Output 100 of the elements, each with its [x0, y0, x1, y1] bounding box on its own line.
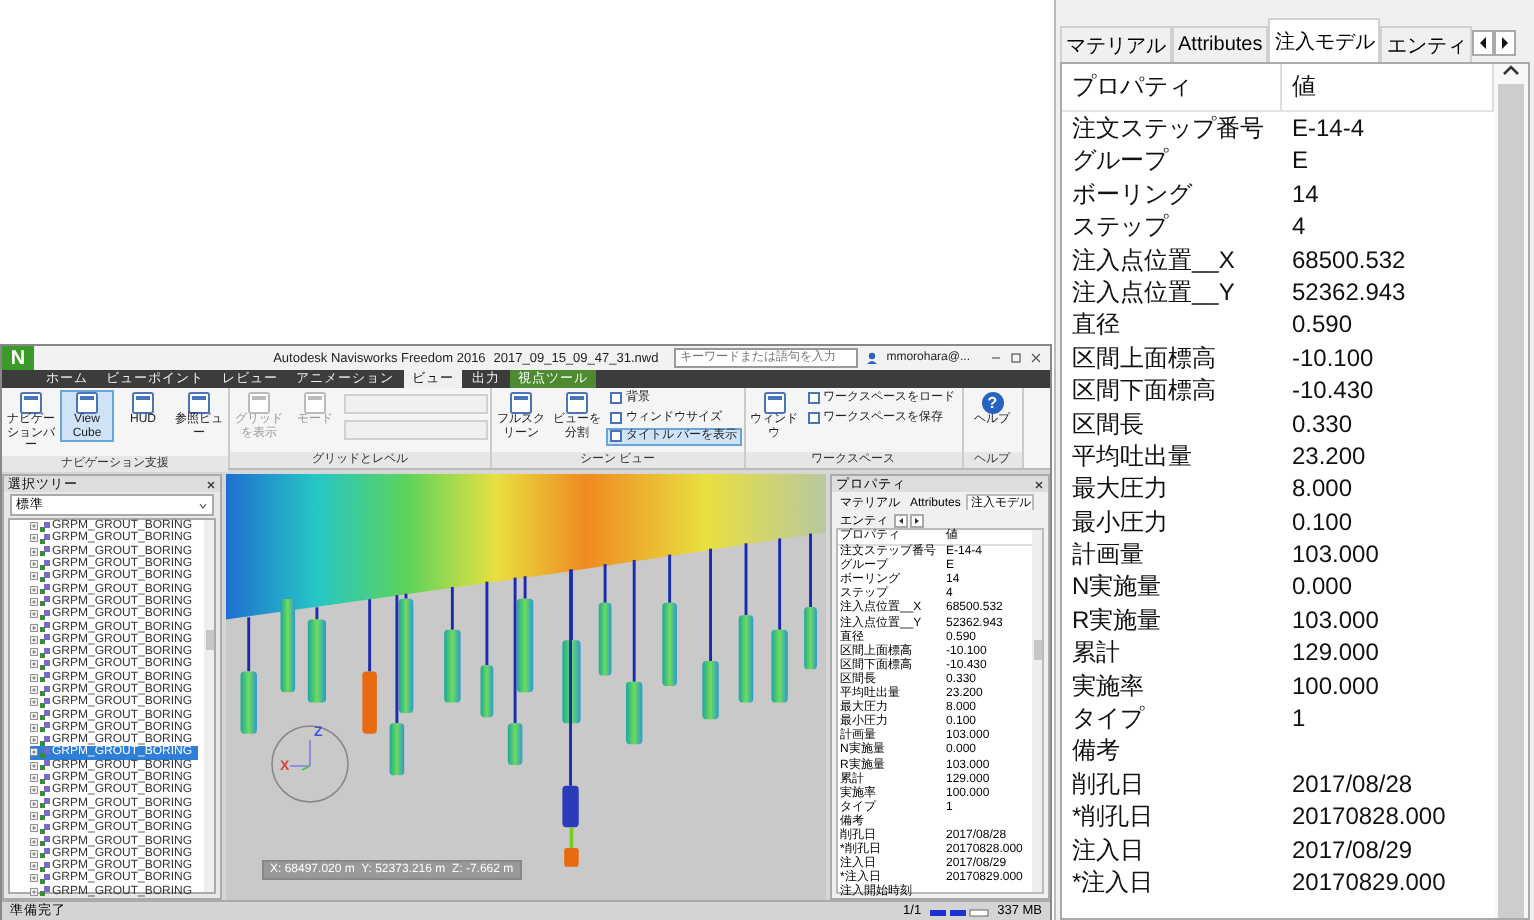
plus-box-icon: [30, 799, 38, 808]
table-cell-text: 20170828.000: [1290, 800, 1448, 834]
table-cell-text: *削孔日: [1070, 800, 1156, 834]
table-cell-text: R実施量: [1070, 603, 1164, 637]
close-icon: [1030, 352, 1042, 364]
plus-box-icon: [30, 660, 38, 669]
plus-box-icon: [30, 786, 38, 795]
properties-tab[interactable]: 注入モデル: [1268, 18, 1381, 62]
plus-box-icon: [30, 547, 38, 556]
plus-box-icon: [30, 761, 38, 770]
axis-gizmo-icon: [270, 724, 350, 804]
table-cell-text: 0.330: [1290, 407, 1355, 440]
minimize-icon: [990, 352, 1002, 364]
table-cell-text: 129.000: [1290, 636, 1381, 670]
table-cell-text: 4: [1290, 210, 1308, 244]
plus-box-icon: [30, 623, 38, 632]
table-cell-text: 注入点位置__Y: [1070, 275, 1237, 309]
caret-icon: [198, 501, 208, 509]
plus-box-icon: [30, 736, 38, 745]
table-cell-text: N実施量: [1070, 570, 1164, 604]
tab-scroll-right-button[interactable]: [910, 514, 924, 528]
table-cell-text: 68500.532: [1290, 243, 1408, 276]
properties-tab[interactable]: Attributes: [1172, 26, 1269, 62]
right-arrow-icon: [914, 518, 920, 524]
table-cell-text: 100.000: [1290, 669, 1381, 703]
help-icon: ?: [981, 392, 1004, 414]
scroll-up-icon: [1502, 64, 1520, 76]
plus-box-icon: [30, 572, 38, 581]
table-cell-text: 削孔日: [1070, 767, 1146, 801]
scrollbar[interactable]: [204, 520, 214, 892]
table-cell-text: 8.000: [1290, 472, 1355, 506]
left-arrow-icon: [1478, 36, 1489, 50]
close-icon: [206, 479, 216, 489]
plus-box-icon: [30, 723, 38, 732]
plus-box-icon: [30, 849, 38, 858]
table-cell-text: 注文ステップ番号: [1070, 112, 1266, 145]
table-cell-text: E-14-4: [1290, 112, 1367, 145]
plus-box-icon: [30, 874, 38, 883]
table-cell-text: 0.000: [1290, 570, 1355, 604]
table-cell-text: 直径: [1070, 308, 1122, 342]
column-header: プロパティ: [1062, 64, 1282, 112]
properties-tab[interactable]: マテリアル: [1060, 26, 1172, 62]
table-cell-text: 0.590: [1290, 308, 1355, 342]
properties-tab[interactable]: エンティ: [1380, 26, 1473, 62]
table-cell-text: 区間下面標高: [1070, 374, 1218, 408]
restore-icon: [1010, 352, 1022, 364]
table-cell-text: 20170829.000: [1290, 865, 1448, 899]
table-cell-text: 累計: [1070, 636, 1122, 670]
plus-box-icon: [30, 711, 38, 720]
plus-box-icon: [30, 748, 38, 757]
plus-box-icon: [30, 585, 38, 594]
table-cell-text: 最小圧力: [1070, 505, 1170, 539]
table-cell-text: 0.100: [1290, 505, 1355, 539]
table-cell-text: 1: [1290, 702, 1308, 735]
plus-box-icon: [30, 648, 38, 657]
table-cell-text: E: [1290, 144, 1311, 178]
table-cell-text: グループ: [1070, 144, 1171, 178]
memory-meter-icon: [929, 905, 990, 917]
app-logo: N: [2, 346, 34, 372]
plus-box-icon: [30, 673, 38, 682]
table-cell-text: 平均吐出量: [1070, 439, 1194, 473]
table-cell-text: 備考: [1070, 734, 1122, 768]
table-cell-text: ステップ: [1070, 210, 1171, 244]
plus-box-icon: [30, 811, 38, 820]
table-cell-text: 103.000: [1290, 538, 1381, 571]
table-cell-text: 区間長: [1070, 407, 1146, 440]
plus-box-icon: [30, 597, 38, 606]
plus-box-icon: [30, 698, 38, 707]
plus-box-icon: [30, 774, 38, 783]
table-cell-text: 23.200: [1290, 439, 1368, 473]
scrollbar[interactable]: [1032, 530, 1042, 892]
table-cell-text: 2017/08/29: [1290, 833, 1415, 866]
user-icon: [866, 352, 879, 364]
left-arrow-icon: [898, 518, 904, 524]
right-arrow-icon: [1500, 36, 1511, 50]
table-cell-text: タイプ: [1070, 702, 1147, 735]
table-cell-text: 注入日: [1070, 833, 1146, 866]
tab-scroll-right-button[interactable]: [1494, 30, 1517, 56]
tab-scroll-left-button[interactable]: [1472, 30, 1495, 56]
close-icon: [1034, 479, 1044, 489]
plus-box-icon: [30, 824, 38, 833]
table-cell-text: -10.430: [1290, 374, 1376, 408]
table-cell-text: 最大圧力: [1070, 472, 1170, 506]
table-cell-text: 注入点位置__X: [1070, 243, 1237, 276]
plus-box-icon: [30, 862, 38, 871]
plus-box-icon: [30, 837, 38, 846]
table-cell-text: 14: [1290, 177, 1321, 211]
table-cell-text: 103.000: [1290, 603, 1381, 637]
plus-box-icon: [30, 635, 38, 644]
table-cell-text: 計画量: [1070, 538, 1146, 571]
plus-box-icon: [30, 534, 38, 543]
table-cell-text: 52362.943: [1290, 275, 1408, 309]
table-cell-text: 実施率: [1070, 669, 1146, 703]
scrollbar[interactable]: [1494, 64, 1528, 918]
table-cell-text: ボーリング: [1070, 177, 1195, 211]
plus-box-icon: [30, 686, 38, 694]
table-cell-text: -10.100: [1290, 341, 1376, 375]
plus-box-icon: [30, 610, 38, 619]
tab-scroll-left-button[interactable]: [894, 514, 908, 528]
plus-box-icon: [30, 560, 38, 569]
